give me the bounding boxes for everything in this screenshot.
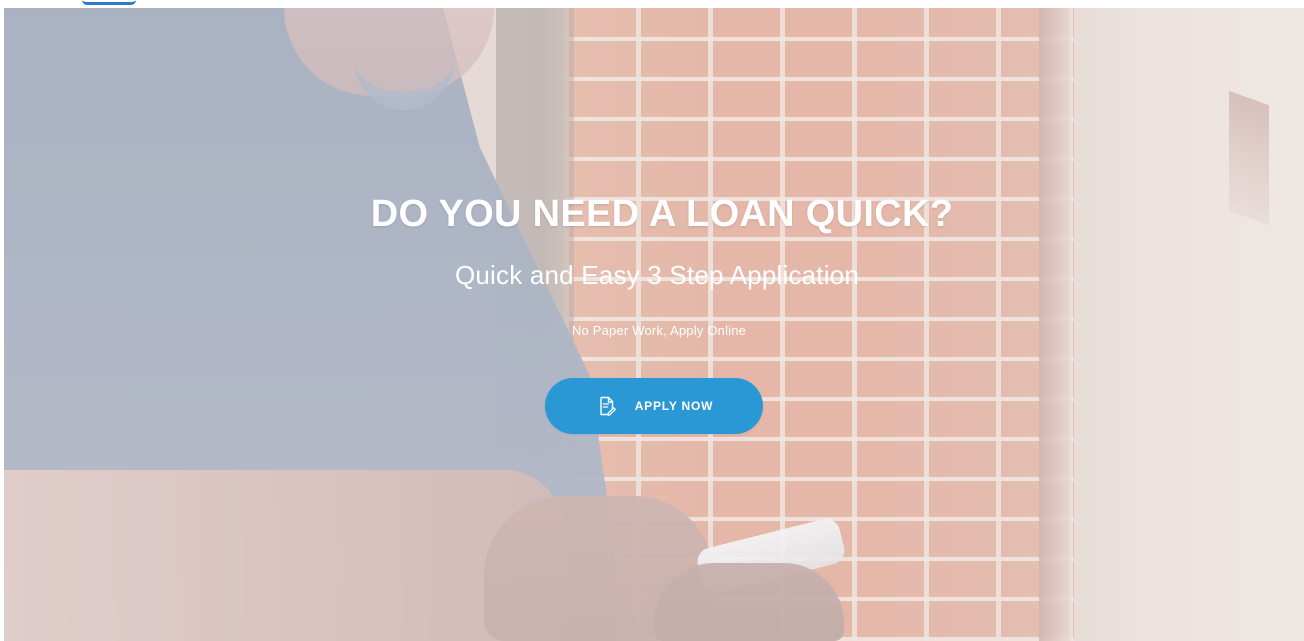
hero-tagline: No Paper Work, Apply Online bbox=[571, 323, 747, 338]
hero-section: DO YOU NEED A LOAN QUICK? Quick and Easy… bbox=[4, 8, 1304, 641]
hero-title: DO YOU NEED A LOAN QUICK? bbox=[370, 193, 954, 235]
document-signature-icon bbox=[600, 396, 616, 416]
logo-icon[interactable] bbox=[82, 0, 136, 5]
apply-now-button[interactable]: APPLY NOW bbox=[545, 378, 763, 434]
hero-subtitle: Quick and Easy 3 Step Application bbox=[454, 260, 860, 290]
hero-content: DO YOU NEED A LOAN QUICK? Quick and Easy… bbox=[4, 8, 1304, 641]
apply-now-label: APPLY NOW bbox=[634, 399, 714, 413]
top-header-strip bbox=[0, 0, 1304, 8]
